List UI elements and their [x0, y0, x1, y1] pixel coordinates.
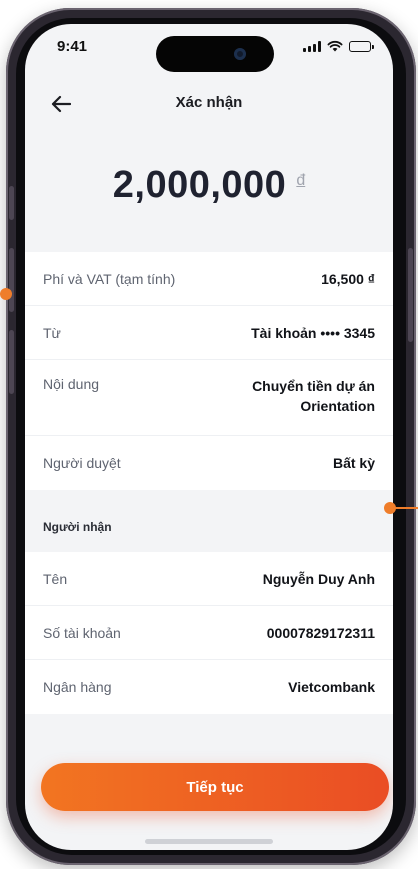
- detail-value: 00007829172311: [266, 624, 375, 641]
- status-icons: [303, 40, 374, 52]
- amount-display: 2,000,000 đ: [25, 164, 393, 207]
- detail-label: Tên: [43, 570, 68, 587]
- mute-switch: [9, 186, 14, 220]
- dynamic-island: [156, 36, 274, 72]
- volume-down-button: [9, 330, 14, 394]
- currency-symbol: đ: [296, 172, 306, 189]
- continue-button[interactable]: Tiếp tục: [41, 763, 389, 811]
- wifi-icon: [327, 40, 343, 52]
- detail-value: Nguyễn Duy Anh: [262, 570, 375, 587]
- battery-icon: [349, 40, 374, 52]
- recipient-card: Tên Nguyễn Duy Anh Số tài khoản 00007829…: [25, 552, 393, 714]
- detail-label: Nội dung: [43, 376, 100, 392]
- home-indicator: [145, 839, 273, 844]
- detail-label: Từ: [43, 324, 61, 341]
- status-bar: 9:41: [25, 24, 393, 78]
- recipient-row-bank: Ngân hàng Vietcombank: [25, 660, 393, 714]
- detail-value: Vietcombank: [288, 679, 375, 695]
- power-button: [408, 248, 413, 342]
- detail-value: Bất kỳ: [332, 455, 375, 471]
- detail-value: Tài khoản •••• 3345: [251, 324, 375, 341]
- recipient-row-name: Tên Nguyễn Duy Anh: [25, 552, 393, 606]
- camera-icon: [234, 48, 246, 60]
- detail-row-content: Nội dung Chuyển tiền dự án Orientation: [25, 360, 393, 436]
- annotation-line-right: [394, 507, 418, 509]
- recipient-row-account-number: Số tài khoản 00007829172311: [25, 606, 393, 660]
- app-screen: 9:41 Xác nhận 2,000,000 đ Phí và VAT (tạ…: [25, 24, 393, 850]
- detail-value: 16,500 ₫: [321, 270, 375, 287]
- signal-icon: [303, 40, 321, 52]
- detail-value: Chuyển tiền dự án Orientation: [252, 378, 375, 414]
- page-title: Xác nhận: [175, 94, 243, 111]
- transfer-details-card: Phí và VAT (tạm tính) 16,500 ₫ Từ Tài kh…: [25, 252, 393, 490]
- detail-row-approver: Người duyệt Bất kỳ: [25, 436, 393, 490]
- status-time: 9:41: [57, 38, 88, 55]
- detail-label: Người duyệt: [43, 455, 121, 471]
- detail-row-source-account: Từ Tài khoản •••• 3345: [25, 306, 393, 360]
- transfer-amount: 2,000,000: [112, 164, 287, 206]
- recipient-section-title: Người nhận: [43, 520, 112, 534]
- detail-label: Phí và VAT (tạm tính): [43, 270, 176, 287]
- annotation-dot-left: [0, 288, 12, 300]
- volume-up-button: [9, 248, 14, 312]
- detail-label: Số tài khoản: [43, 624, 121, 641]
- app-header: Xác nhận: [25, 78, 393, 130]
- detail-label: Ngân hàng: [43, 679, 112, 695]
- detail-row-fee: Phí và VAT (tạm tính) 16,500 ₫: [25, 252, 393, 306]
